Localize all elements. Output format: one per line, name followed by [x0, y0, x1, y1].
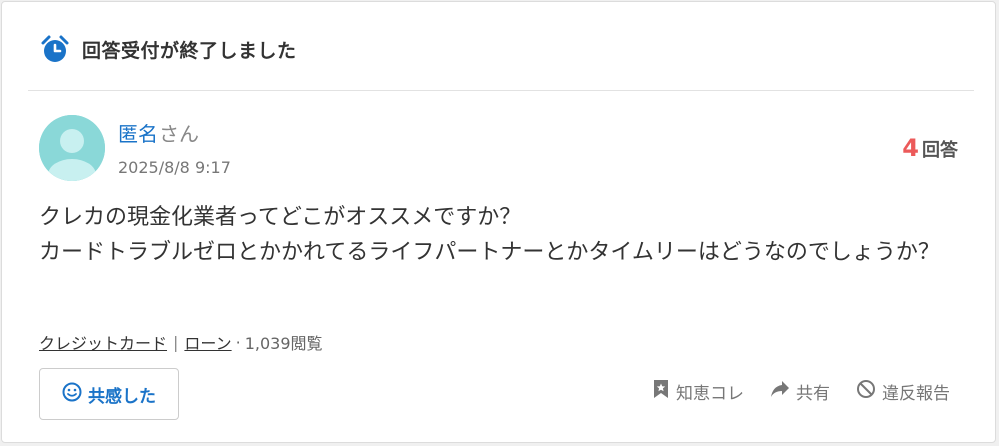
question-body: クレカの現金化業者ってどこがオススメですか？ カードトラブルゼロとかかれてるライ…	[39, 200, 969, 270]
author-name[interactable]: 匿名	[118, 118, 158, 147]
divider	[28, 90, 974, 91]
question-line: クレカの現金化業者ってどこがオススメですか？	[39, 205, 522, 230]
share-arrow-icon	[770, 380, 796, 403]
chie-kore-button[interactable]: 知恵コレ	[652, 379, 744, 404]
dot-separator: ·	[235, 332, 241, 352]
question-card: 回答受付が終了しました 匿名 さん 2025/8/8 9:17 4 回答 クレカ…	[1, 1, 996, 443]
empathy-button[interactable]: 共感した	[39, 368, 179, 420]
report-label: 違反報告	[882, 384, 950, 404]
status-label: 回答受付が終了しました	[82, 39, 297, 62]
chie-kore-label: 知恵コレ	[676, 384, 744, 404]
tag-loan[interactable]: ローン	[184, 330, 231, 354]
author-suffix: さん	[159, 122, 199, 146]
post-date: 2025/8/8 9:17	[118, 158, 231, 177]
tags-row: クレジットカード | ローン · 1,039閲覧	[39, 330, 323, 354]
tag-credit-card[interactable]: クレジットカード	[39, 330, 167, 354]
question-line: カードトラブルゼロとかかれてるライフパートナーとかタイムリーはどうなのでしょうか…	[39, 240, 940, 265]
answers-count-number: 4	[902, 134, 919, 162]
avatar[interactable]	[39, 115, 105, 181]
answers-count[interactable]: 4 回答	[902, 134, 958, 162]
report-button[interactable]: 違反報告	[856, 379, 950, 404]
answers-count-unit: 回答	[922, 140, 958, 161]
smile-icon	[62, 382, 82, 406]
share-button[interactable]: 共有	[770, 379, 830, 404]
alarm-clock-icon	[40, 34, 70, 64]
action-bar: 知恵コレ 共有 違反報告	[626, 379, 950, 404]
status-header: 回答受付が終了しました	[40, 34, 297, 64]
empathy-label: 共感した	[88, 386, 156, 407]
bookmark-star-icon	[652, 379, 676, 404]
view-count: 1,039閲覧	[244, 334, 323, 353]
prohibited-icon	[856, 379, 882, 404]
share-label: 共有	[796, 384, 830, 404]
author: 匿名 さん	[118, 118, 199, 147]
tag-separator: |	[173, 332, 179, 352]
